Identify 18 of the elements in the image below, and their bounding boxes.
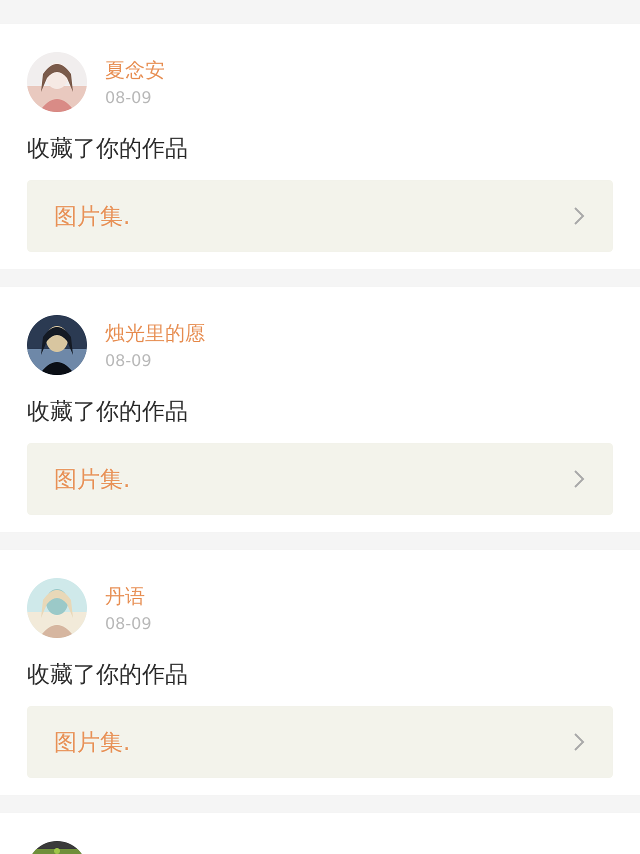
activity-text: 收藏了你的作品 <box>27 661 189 690</box>
user-name[interactable]: 烛光里的愿 <box>105 320 205 347</box>
chevron-right-icon <box>573 469 585 489</box>
date: 08-09 <box>105 351 152 370</box>
work-link[interactable]: 图片集. <box>27 443 613 515</box>
work-title: 图片集. <box>54 728 130 758</box>
chevron-right-icon <box>573 206 585 226</box>
chevron-right-icon <box>573 732 585 752</box>
work-title: 图片集. <box>54 202 130 232</box>
work-title: 图片集. <box>54 466 130 494</box>
user-name[interactable]: 夏念安 <box>105 57 165 84</box>
work-link[interactable]: 图片集. <box>27 180 613 252</box>
work-link[interactable]: 图片集. <box>27 706 613 778</box>
activity-text: 收藏了你的作品 <box>27 398 189 427</box>
date: 08-09 <box>105 614 152 633</box>
activity-text: 收藏了你的作品 <box>27 135 189 164</box>
date: 08-09 <box>105 88 152 107</box>
user-name[interactable]: 丹语 <box>105 583 152 610</box>
